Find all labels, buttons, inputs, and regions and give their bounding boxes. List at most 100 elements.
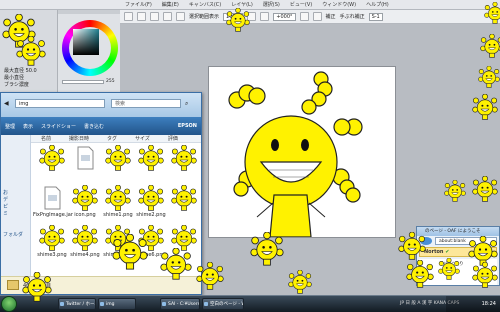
nav-item[interactable]: ミ <box>3 210 30 217</box>
shimeji-mascot-icon[interactable] <box>478 65 500 90</box>
column-date[interactable]: 撮影日時 <box>69 135 89 142</box>
brand-logo: EPSON <box>177 123 197 129</box>
shimeji-mascot-icon[interactable] <box>484 1 500 26</box>
file-generic-icon <box>39 185 65 211</box>
undo-button[interactable] <box>124 12 133 21</box>
color-slider-value: 255 <box>106 79 115 84</box>
menu-bar: ファイル(F) 編集(E) キャンバス(C) レイヤ(L) 選択(S) ビュー(… <box>0 0 500 10</box>
folders-toggle[interactable]: フォルダ <box>3 231 30 238</box>
menu-canvas[interactable]: キャンバス(C) <box>189 1 221 8</box>
file-generic-icon <box>72 145 98 171</box>
burn-button[interactable]: 書き込む <box>84 123 104 130</box>
shimeji-mascot-icon[interactable] <box>288 269 312 296</box>
nav-item[interactable]: デ <box>3 196 30 203</box>
density-label: ブラシ濃度 <box>4 82 29 88</box>
shimeji-mascot-icon[interactable] <box>112 233 148 272</box>
column-name[interactable]: 名前 <box>41 135 51 142</box>
taskbar-sai[interactable]: SAI - C:¥Users¥ <box>160 298 200 310</box>
color-slider[interactable] <box>62 80 104 84</box>
rotate-left-button[interactable] <box>299 12 309 21</box>
image-thumbnail-icon <box>171 184 197 211</box>
menu-layer[interactable]: レイヤ(L) <box>231 1 253 8</box>
column-size[interactable]: サイズ <box>135 135 150 142</box>
menu-select[interactable]: 選択(S) <box>263 1 280 8</box>
column-rating[interactable]: 評価 <box>168 135 178 142</box>
taskbar-img[interactable]: img <box>98 298 136 310</box>
file-item[interactable] <box>165 144 201 185</box>
menu-view[interactable]: ビュー(V) <box>290 1 312 8</box>
file-item[interactable] <box>165 184 201 225</box>
slideshow-button[interactable]: スライドショー <box>41 123 76 130</box>
back-icon[interactable]: ◀ <box>4 100 9 107</box>
browser-title: のページ - OAF にようこそ <box>425 229 481 234</box>
taskbar-twitter[interactable]: Twitter / ホーム <box>58 298 96 310</box>
selection-visible-label: 選択範囲表示 <box>189 14 220 20</box>
deselect-button[interactable] <box>150 12 159 21</box>
explorer-titlebar[interactable]: ◀ img 検索 ⌕ <box>1 93 201 117</box>
column-headers: 名前 撮影日時 タグ サイズ 評価 <box>31 135 201 143</box>
min-size-label: 最小直径 <box>4 75 25 81</box>
nav-item[interactable]: ピ <box>3 203 30 210</box>
search-icon[interactable]: ⌕ <box>185 100 188 108</box>
system-tray: 18:24 <box>446 296 500 312</box>
browser-url: about:blank <box>439 239 466 244</box>
command-bar: 整理 表示 スライドショー 書き込む EPSON <box>1 117 201 135</box>
shimeji-mascot-icon[interactable] <box>472 93 498 122</box>
taskbar: Twitter / ホーム img SAI - C:¥Users¥ 空白のページ… <box>0 295 500 312</box>
sun-character-drawing <box>228 71 363 238</box>
shimeji-mascot-icon[interactable] <box>398 231 426 262</box>
shimeji-mascot-icon[interactable] <box>250 231 284 268</box>
folder-icon <box>7 280 19 290</box>
address-bar[interactable]: img <box>15 99 105 108</box>
stabilizer-label: 手ぶれ補正 <box>339 14 365 20</box>
image-thumbnail-icon <box>72 184 98 211</box>
shimeji-mascot-icon[interactable] <box>22 271 52 304</box>
zoom-in-button[interactable] <box>260 12 270 21</box>
image-thumbnail-icon <box>138 144 164 171</box>
search-input[interactable]: 検索 <box>111 99 181 108</box>
shimeji-mascot-icon[interactable] <box>438 257 460 282</box>
image-thumbnail-icon <box>39 224 65 251</box>
image-thumbnail-icon <box>171 144 197 171</box>
redo-button[interactable] <box>137 12 146 21</box>
image-thumbnail-icon <box>72 224 98 251</box>
rotate-right-button[interactable] <box>312 12 322 21</box>
drawing-canvas[interactable] <box>208 66 396 238</box>
organize-button[interactable]: 整理 <box>5 123 15 130</box>
saturation-value-square[interactable] <box>73 29 99 55</box>
shimeji-mascot-icon[interactable] <box>480 33 500 60</box>
brush-settings: 最大直径 50.0 最小直径 ブラシ濃度 <box>4 68 54 89</box>
menu-window[interactable]: ウィンドウ(W) <box>322 1 356 8</box>
shimeji-mascot-icon[interactable] <box>472 261 498 290</box>
browser-titlebar[interactable]: のページ - OAF にようこそ <box>417 227 499 236</box>
checkbox-icon[interactable] <box>176 12 185 21</box>
brush-size-value[interactable]: 50.0 <box>26 68 37 74</box>
antialias-label: 補正 <box>325 14 336 20</box>
search-placeholder: 検索 <box>115 101 126 107</box>
shimeji-mascot-icon[interactable] <box>160 247 192 282</box>
shimeji-mascot-icon[interactable] <box>444 179 466 204</box>
image-thumbnail-icon <box>105 144 131 171</box>
paint-toolbar: 選択範囲表示 100% +000° 補正 手ぶれ補正 S-1 <box>120 10 500 24</box>
start-button[interactable] <box>1 296 17 312</box>
shimeji-mascot-icon[interactable] <box>16 35 46 68</box>
norton-label: Norton <box>424 249 444 255</box>
taskbar-browser[interactable]: 空白のページ - Win <box>202 298 244 310</box>
color-panel: 255 <box>58 14 120 94</box>
image-thumbnail-icon <box>39 144 65 171</box>
shimeji-mascot-icon[interactable] <box>226 7 250 34</box>
menu-edit[interactable]: 編集(E) <box>162 1 179 8</box>
nav-item[interactable]: お <box>3 189 30 196</box>
rotate-field[interactable]: +000° <box>273 12 296 21</box>
menu-help[interactable]: ヘルプ(H) <box>366 1 389 8</box>
select-all-button[interactable] <box>163 12 172 21</box>
view-button[interactable]: 表示 <box>23 123 33 130</box>
shimeji-mascot-icon[interactable] <box>472 175 498 204</box>
shimeji-mascot-icon[interactable] <box>196 261 224 292</box>
stabilizer-select[interactable]: S-1 <box>368 12 383 21</box>
shimeji-mascot-icon[interactable] <box>406 259 434 290</box>
check-icon: ✔ <box>445 249 450 255</box>
menu-file[interactable]: ファイル(F) <box>125 1 152 8</box>
image-thumbnail-icon <box>105 184 131 211</box>
column-tags[interactable]: タグ <box>107 135 117 142</box>
